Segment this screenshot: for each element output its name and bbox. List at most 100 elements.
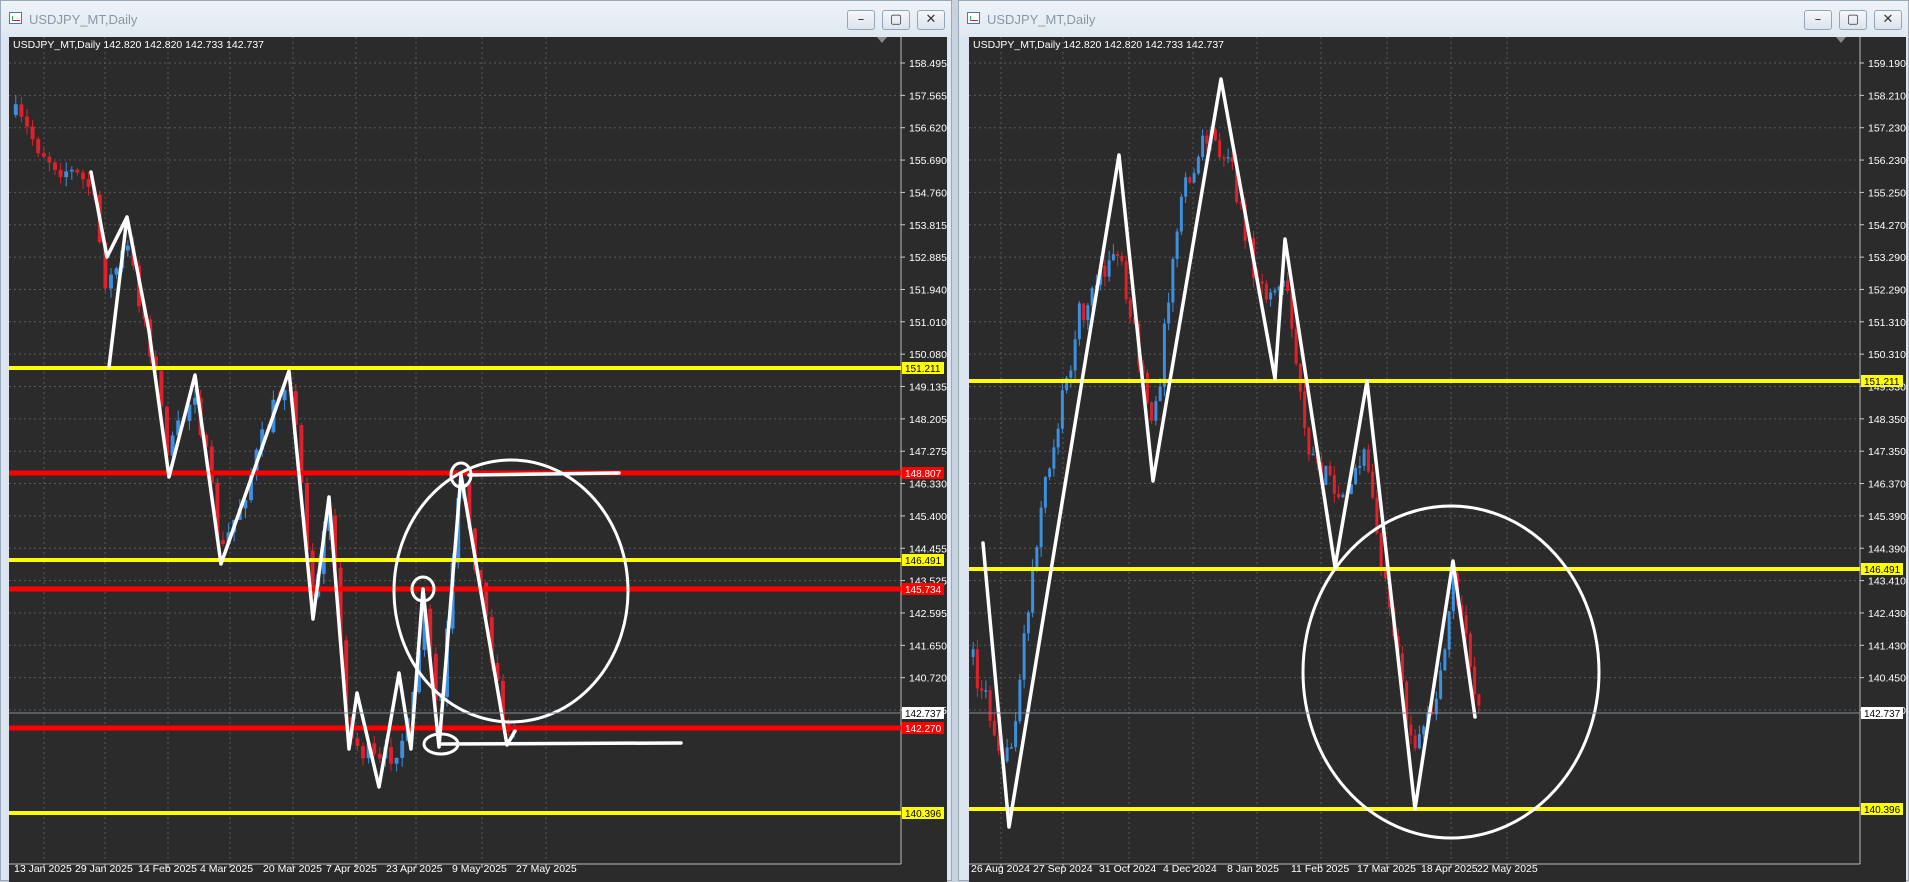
- candle-body: [361, 746, 365, 759]
- candle-body: [1213, 129, 1217, 141]
- price-tick-label: 156.230: [1868, 155, 1906, 167]
- candle-body: [1409, 724, 1413, 736]
- close-button[interactable]: ✕: [1874, 10, 1902, 30]
- price-chart[interactable]: 159.190 158.210 157.230 156.230 155.250 154.2…: [969, 37, 1906, 882]
- price-tick-label: 147.275: [909, 446, 947, 458]
- candle-body: [1332, 475, 1336, 494]
- symbol-info: USDJPY_MT,Daily 142.820 142.820 142.733 …: [973, 39, 1225, 51]
- candle-body: [389, 747, 393, 764]
- date-tick-label: 29 Jan 2025: [75, 863, 133, 875]
- chart-area[interactable]: 158.495 157.565 156.620 155.690 154.760 153.8…: [9, 37, 947, 882]
- candle-body: [41, 153, 46, 157]
- price-tick-label: 152.885: [909, 252, 947, 264]
- candle-body: [372, 743, 377, 754]
- candle-body: [1043, 477, 1047, 508]
- candle-body: [1328, 465, 1332, 476]
- candle-body: [1477, 694, 1481, 706]
- window-titlebar[interactable]: USDJPY_MT,Daily – ▢ ✕: [959, 1, 1908, 37]
- minimize-icon: –: [1814, 12, 1822, 27]
- chart-window-icon: [967, 12, 980, 24]
- price-tick-label: 156.620: [909, 123, 947, 135]
- price-level-label: 146.491: [905, 556, 942, 567]
- candle-body: [1379, 533, 1383, 569]
- candle-body: [1341, 494, 1345, 498]
- minimize-button[interactable]: –: [1804, 10, 1832, 30]
- candle-body: [1082, 303, 1086, 321]
- candle-body: [1086, 305, 1090, 321]
- candle-body: [19, 104, 24, 117]
- candle-body: [1196, 156, 1200, 174]
- candle-body: [1371, 471, 1375, 498]
- hand-drawn-annotations: [89, 170, 683, 789]
- candle-body: [1269, 292, 1273, 300]
- candle-body: [1205, 135, 1209, 144]
- price-tick-label: 146.370: [1868, 479, 1906, 491]
- price-tick-label: 158.210: [1868, 90, 1906, 102]
- candle-body: [1473, 666, 1477, 695]
- maximize-button[interactable]: ▢: [882, 10, 910, 30]
- date-tick-label: 11 Feb 2025: [1291, 863, 1349, 875]
- candle-body: [1413, 735, 1417, 749]
- candle-body: [1128, 299, 1132, 317]
- price-tick-label: 145.390: [1868, 511, 1906, 523]
- minimize-icon: –: [857, 12, 865, 27]
- chart-window-left[interactable]: USDJPY_MT,Daily – ▢ ✕ 158.495 157.565 156.…: [0, 0, 952, 882]
- price-tick-label: 147.350: [1868, 446, 1906, 458]
- window-title: USDJPY_MT,Daily: [987, 12, 1096, 27]
- candle-body: [193, 397, 197, 405]
- candle-body: [1201, 135, 1205, 157]
- candle-body: [1014, 721, 1018, 748]
- candle-body: [1022, 633, 1026, 680]
- minimize-button[interactable]: –: [847, 10, 875, 30]
- price-chart[interactable]: 158.495 157.565 156.620 155.690 154.760 153.8…: [9, 37, 947, 882]
- candle-body: [109, 274, 113, 289]
- candle-body: [53, 162, 57, 170]
- candle-body: [975, 649, 979, 689]
- close-button[interactable]: ✕: [917, 10, 945, 30]
- candle-body: [1307, 427, 1311, 455]
- price-tick-label: 152.290: [1868, 284, 1906, 296]
- price-tick-label: 158.495: [909, 58, 947, 70]
- date-tick-label: 22 May 2025: [1477, 863, 1538, 875]
- candle-body: [1039, 507, 1043, 548]
- price-tick-label: 140.720: [909, 673, 947, 685]
- candle-body: [377, 753, 382, 759]
- window-title: USDJPY_MT,Daily: [29, 12, 138, 27]
- candle-body: [980, 688, 984, 691]
- chart-area[interactable]: 159.190 158.210 157.230 156.230 155.250 154.2…: [969, 37, 1906, 882]
- date-tick-label: 20 Mar 2025: [263, 863, 322, 875]
- window-titlebar[interactable]: USDJPY_MT,Daily – ▢ ✕: [1, 1, 951, 37]
- date-tick-label: 4 Dec 2024: [1163, 863, 1217, 875]
- candle-body: [1116, 254, 1120, 256]
- price-tick-label: 159.190: [1868, 58, 1906, 70]
- maximize-icon: ▢: [1846, 12, 1860, 27]
- candle-body: [47, 156, 52, 163]
- chart-window-right[interactable]: USDJPY_MT,Daily – ▢ ✕ 159.190 158.210 157.…: [958, 0, 1909, 882]
- price-tick-label: 155.690: [909, 155, 947, 167]
- price-tick-label: 151.940: [909, 284, 947, 296]
- chart-shift-marker-icon: [877, 37, 887, 43]
- candlestick-series: [971, 126, 1481, 764]
- price-level-label: 148.807: [905, 469, 942, 480]
- price-tick-label: 157.565: [909, 90, 947, 102]
- price-tick-label: 151.010: [909, 317, 947, 329]
- price-tick-label: 153.815: [909, 220, 947, 232]
- date-tick-label: 23 Apr 2025: [386, 863, 443, 875]
- candle-body: [400, 740, 405, 758]
- candle-body: [1447, 611, 1451, 650]
- candle-body: [1179, 196, 1183, 232]
- date-tick-label: 27 May 2025: [516, 863, 577, 875]
- price-tick-label: 148.205: [909, 414, 947, 426]
- price-level-label: 145.734: [905, 585, 942, 596]
- candle-body: [1222, 157, 1226, 159]
- close-icon: ✕: [1882, 12, 1894, 27]
- maximize-button[interactable]: ▢: [1839, 10, 1867, 30]
- candle-body: [1422, 726, 1426, 735]
- candle-body: [988, 690, 992, 721]
- zigzag-drawing: [981, 77, 1477, 829]
- price-tick-label: 154.270: [1868, 220, 1906, 232]
- date-tick-label: 17 Mar 2025: [1357, 863, 1416, 875]
- price-tick-label: 150.080: [909, 349, 947, 361]
- candle-body: [1358, 465, 1362, 468]
- candle-body: [1218, 140, 1222, 158]
